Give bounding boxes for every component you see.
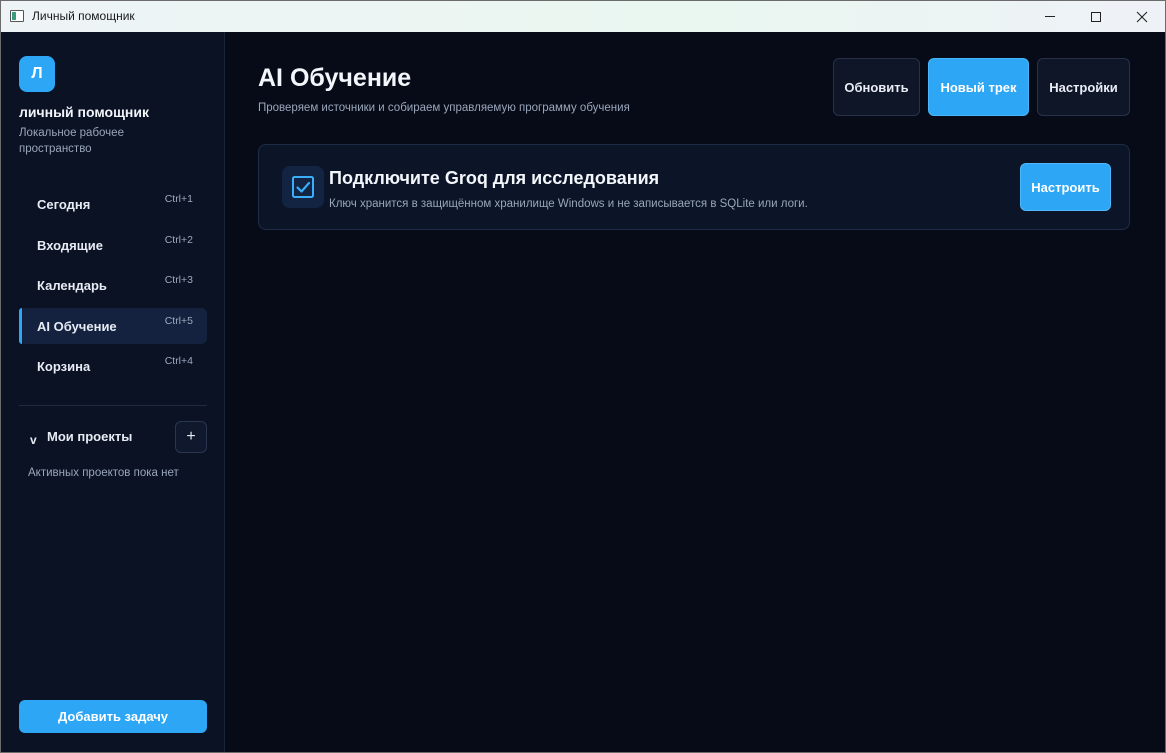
settings-button[interactable]: Настройки [1037, 58, 1130, 116]
sidebar-item-shortcut: Ctrl+5 [164, 315, 193, 327]
sidebar-item-shortcut: Ctrl+1 [164, 193, 193, 205]
sidebar-item-ai-learning[interactable]: AI Обучение Ctrl+5 [19, 308, 207, 344]
close-icon [1136, 11, 1148, 22]
banner-title: Подключите Groq для исследования [329, 168, 660, 188]
new-track-button[interactable]: Новый трек [928, 58, 1029, 116]
workspace-label: Локальное рабочее пространство [19, 127, 124, 155]
sidebar-item-label: Входящие [37, 238, 103, 253]
refresh-button[interactable]: Обновить [833, 58, 920, 116]
sidebar-item-inbox[interactable]: Входящие Ctrl+2 [19, 227, 207, 263]
add-task-button[interactable]: Добавить задачу [19, 700, 207, 733]
title-bar[interactable]: Личный помощник [1, 1, 1165, 32]
window-title: Личный помощник [32, 9, 135, 23]
page-title: AI Обучение [258, 64, 412, 92]
banner-description: Ключ хранится в защищённом хранилище Win… [329, 198, 808, 210]
sidebar-item-calendar[interactable]: Календарь Ctrl+3 [19, 267, 207, 303]
sidebar-item-trash[interactable]: Корзина Ctrl+4 [19, 348, 207, 384]
app-name: личный помощник [19, 104, 149, 120]
minimize-button[interactable] [1027, 1, 1073, 32]
projects-section-title[interactable]: Мои проекты [47, 429, 132, 444]
sidebar: Л личный помощник Локальное рабочее прос… [1, 32, 225, 752]
app-window: Личный помощник Л личный помощник Локаль… [0, 0, 1166, 753]
sidebar-divider [19, 405, 207, 406]
configure-button[interactable]: Настроить [1020, 163, 1111, 211]
sidebar-item-label: Календарь [37, 278, 107, 293]
groq-connect-banner: Подключите Groq для исследования Ключ хр… [258, 144, 1130, 230]
projects-empty-text: Активных проектов пока нет [28, 467, 179, 479]
sidebar-item-today[interactable]: Сегодня Ctrl+1 [19, 186, 207, 222]
sidebar-item-label: Сегодня [37, 197, 91, 212]
sidebar-item-label: Корзина [37, 359, 91, 374]
add-project-button[interactable]: + [175, 421, 207, 453]
close-button[interactable] [1119, 1, 1165, 32]
sidebar-item-shortcut: Ctrl+3 [164, 274, 193, 286]
app-window-icon [10, 10, 24, 22]
sidebar-item-shortcut: Ctrl+2 [164, 234, 193, 246]
sidebar-item-shortcut: Ctrl+4 [164, 355, 193, 367]
banner-icon-container [282, 166, 324, 208]
page-subtitle: Проверяем источники и собираем управляем… [258, 102, 630, 114]
maximize-button[interactable] [1073, 1, 1119, 32]
maximize-icon [1091, 11, 1101, 22]
sidebar-item-label: AI Обучение [37, 319, 117, 334]
main-content: AI Обучение Проверяем источники и собира… [226, 32, 1165, 752]
checkbox-icon [292, 176, 314, 198]
chevron-down-icon[interactable]: v [30, 433, 37, 447]
app-logo: Л [19, 56, 55, 92]
minimize-icon [1045, 16, 1055, 17]
